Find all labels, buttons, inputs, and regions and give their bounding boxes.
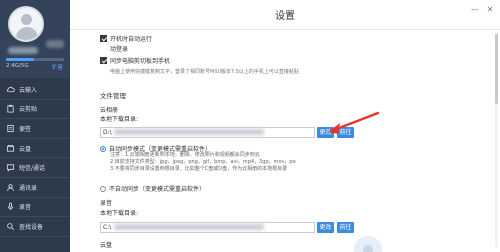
page-title: 设置 [275,11,295,22]
cloud-album-path-value: D:\ [103,129,112,136]
find-device-icon [6,222,15,231]
redacted-path [114,224,264,230]
sidebar: 2.4G/5G 扩容 云输入 云剪贴 便签 云盘 短信/通话 通讯录 录音 查找… [0,0,70,252]
no-sync-label: 不自动同步（变更模式需重启软件） [109,186,206,193]
title-bar: 设置 — ✕ [70,0,500,30]
storage-text: 2.4G/5G [6,63,29,69]
expand-storage-link[interactable]: 扩容 [52,63,63,71]
storage-bar-fill [6,58,34,61]
clipboard-icon [6,104,15,113]
auto-sync-note-2: 2.目前支持文件类型：jpg，jpeg，png，gif，bmp，avi，mp4，… [110,159,296,165]
sync-clipboard-label: 同步电脑剪切板到手机 [110,58,171,65]
recording-path-value: C:\ [103,224,112,231]
no-sync-row[interactable]: 不自动同步（变更模式需重启软件） [100,184,205,193]
sidebar-item-messages[interactable]: 短信/通话 [0,158,70,178]
cloud-drive-icon [6,144,15,153]
sidebar-item-find-device[interactable]: 查找设备 [0,217,70,237]
redacted-badge [46,40,64,48]
avatar-head [21,14,32,25]
window-controls: — ✕ [471,6,494,14]
avatar-body [16,27,38,40]
sidebar-item-label: 云剪贴 [19,106,38,114]
redacted-path [114,129,264,135]
sidebar-nav: 云输入 云剪贴 便签 云盘 短信/通话 通讯录 录音 查找设备 [0,80,70,237]
sidebar-item-cloud-input[interactable]: 云输入 [0,80,70,100]
recording-title: 录音 [100,200,113,207]
sidebar-item-cloud-clipboard[interactable]: 云剪贴 [0,100,70,120]
file-management-title: 文件管理 [100,92,126,100]
autostart-label: 开机时自动运行 [110,36,153,43]
sync-clipboard-hint: 电脑上使用快捷键复制文字，登录了相同账号MIUI版本7.5以上的手机上可以直接粘… [110,69,299,75]
message-icon [6,163,15,172]
storage-bar [6,58,64,61]
sync-clipboard-row[interactable]: 同步电脑剪切板到手机 [100,56,170,65]
auto-sync-radio[interactable] [100,145,106,152]
sidebar-item-recording[interactable]: 录音 [0,198,70,218]
autostart-row[interactable]: 开机时自动运行 [100,34,152,43]
cloud-input-icon [6,85,15,94]
recording-change-button[interactable]: 更改 [317,222,334,233]
microphone-icon [6,202,15,211]
profile-panel: 2.4G/5G 扩容 [0,0,70,78]
decorative-graphic [354,236,382,252]
no-sync-radio[interactable] [100,185,106,192]
cloud-drive-title: 云盘 [100,242,113,249]
cloud-album-download-label: 本地下载目录: [100,116,139,123]
recording-download-label: 本地下载目录: [100,210,139,217]
sidebar-item-label: 短信/通话 [19,165,46,173]
auto-sync-note-3: 3.不要将同步目录设置到根目录、比如整个C盘或D盘，作为云相册的本地根目录 [110,166,288,172]
cloud-album-title: 云相册 [100,107,119,114]
avatar[interactable] [8,6,44,42]
cloud-album-change-button[interactable]: 更改 [317,127,334,138]
sidebar-item-label: 云盘 [19,145,32,153]
scrollbar-thumb[interactable] [495,34,498,104]
sidebar-item-label: 通讯录 [19,184,38,192]
sidebar-item-label: 录音 [19,204,32,212]
contacts-icon [6,183,15,192]
sidebar-item-label: 查找设备 [19,223,44,231]
autostart-checkbox[interactable] [100,35,107,42]
close-button[interactable]: ✕ [486,6,494,14]
app-window: 2.4G/5G 扩容 云输入 云剪贴 便签 云盘 短信/通话 通讯录 录音 查找… [0,0,500,252]
recording-open-button[interactable]: 前往 [337,222,354,233]
redacted-username [8,47,38,54]
sidebar-item-label: 云输入 [19,86,38,94]
autologin-row[interactable]: 动登录 [110,44,128,53]
sidebar-item-notes[interactable]: 便签 [0,119,70,139]
note-icon [6,124,15,133]
settings-panel: 设置 — ✕ 开机时自动运行 动登录 同步电脑剪切板到手机 电脑上使用快捷键复制… [70,0,500,252]
sidebar-item-cloud-drive[interactable]: 云盘 [0,139,70,159]
auto-sync-note-1: 注意：1.云端相册更新到本地，删除、修改照片和视频都会同步到云 [110,152,260,158]
minimize-button[interactable]: — [471,6,479,14]
autologin-label: 动登录 [110,46,129,53]
sidebar-item-label: 便签 [19,125,32,133]
sync-clipboard-checkbox[interactable] [100,57,107,64]
sidebar-item-contacts[interactable]: 通讯录 [0,178,70,198]
cloud-album-open-button[interactable]: 前往 [337,127,354,138]
